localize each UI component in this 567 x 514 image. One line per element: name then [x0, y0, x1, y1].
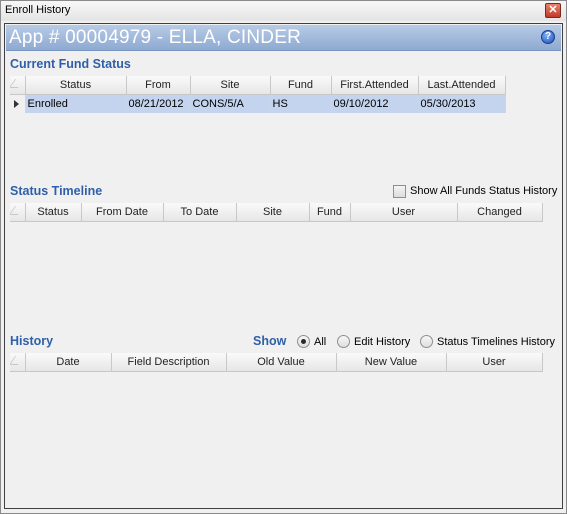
- title-bar[interactable]: Enroll History ✕: [1, 1, 566, 21]
- help-icon[interactable]: ?: [541, 30, 555, 44]
- column-header[interactable]: Fund: [270, 76, 332, 95]
- column-header[interactable]: First.Attended: [331, 76, 419, 95]
- radio-edit-history[interactable]: [337, 335, 350, 348]
- help-icon-glyph: ?: [544, 31, 552, 42]
- column-header[interactable]: User: [446, 353, 543, 372]
- show-all-funds-label[interactable]: Show All Funds Status History: [410, 185, 557, 197]
- radio-all[interactable]: [297, 335, 310, 348]
- radio-status-timelines-history-label[interactable]: Status Timelines History: [437, 336, 555, 348]
- current-fund-status-header-row: Status From Site Fund First.Attended Las…: [10, 76, 506, 95]
- current-fund-status-table: Status From Site Fund First.Attended Las…: [10, 76, 506, 113]
- current-fund-status-title: Current Fund Status: [10, 57, 131, 71]
- status-timeline-table: Status From Date To Date Site Fund User …: [10, 203, 543, 222]
- history-grid: Date Field Description Old Value New Val…: [10, 353, 543, 373]
- column-header[interactable]: Last.Attended: [418, 76, 506, 95]
- app-title: App # 00004979 - ELLA, CINDER: [9, 27, 302, 48]
- enroll-history-window: Enroll History ✕ App # 00004979 - ELLA, …: [0, 0, 567, 514]
- grid-corner: [10, 76, 26, 95]
- grid-corner: [10, 353, 26, 372]
- show-all-funds-checkbox[interactable]: [393, 185, 406, 198]
- table-cell[interactable]: 05/30/2013: [418, 94, 506, 113]
- status-timeline-grid: Status From Date To Date Site Fund User …: [10, 203, 543, 223]
- radio-all-label[interactable]: All: [314, 336, 326, 348]
- column-header[interactable]: Changed: [457, 203, 543, 222]
- table-cell[interactable]: CONS/5/A: [190, 94, 271, 113]
- main-panel: App # 00004979 - ELLA, CINDER ? Current …: [4, 23, 563, 509]
- history-title: History: [10, 334, 54, 348]
- column-header[interactable]: From Date: [81, 203, 164, 222]
- table-cell[interactable]: HS: [270, 94, 332, 113]
- app-header: App # 00004979 - ELLA, CINDER ?: [6, 25, 561, 51]
- show-label: Show: [253, 334, 287, 348]
- column-header[interactable]: New Value: [336, 353, 447, 372]
- column-header[interactable]: Site: [236, 203, 310, 222]
- close-icon: ✕: [548, 4, 558, 16]
- close-button[interactable]: ✕: [545, 3, 561, 18]
- table-row[interactable]: Enrolled 08/21/2012 CONS/5/A HS 09/10/20…: [10, 94, 506, 113]
- column-header[interactable]: Old Value: [226, 353, 337, 372]
- window-title: Enroll History: [5, 4, 71, 16]
- column-header[interactable]: Status: [25, 76, 127, 95]
- row-indicator-icon: [14, 99, 19, 108]
- table-cell[interactable]: Enrolled: [25, 94, 127, 113]
- column-header[interactable]: Site: [190, 76, 271, 95]
- current-fund-status-grid: Status From Site Fund First.Attended Las…: [10, 76, 506, 116]
- radio-edit-history-label[interactable]: Edit History: [354, 336, 410, 348]
- radio-status-timelines-history[interactable]: [420, 335, 433, 348]
- column-header[interactable]: To Date: [163, 203, 237, 222]
- column-header[interactable]: From: [126, 76, 191, 95]
- column-header[interactable]: Status: [25, 203, 82, 222]
- status-timeline-header-row: Status From Date To Date Site Fund User …: [10, 203, 543, 222]
- grid-corner: [10, 203, 26, 222]
- table-cell[interactable]: 09/10/2012: [331, 94, 419, 113]
- column-header[interactable]: Fund: [309, 203, 351, 222]
- row-indicator: [10, 94, 26, 113]
- column-header[interactable]: Field Description: [111, 353, 227, 372]
- history-header-row: Date Field Description Old Value New Val…: [10, 353, 543, 372]
- history-table: Date Field Description Old Value New Val…: [10, 353, 543, 372]
- column-header[interactable]: Date: [25, 353, 112, 372]
- table-cell[interactable]: 08/21/2012: [126, 94, 191, 113]
- column-header[interactable]: User: [350, 203, 458, 222]
- status-timeline-title: Status Timeline: [10, 184, 103, 198]
